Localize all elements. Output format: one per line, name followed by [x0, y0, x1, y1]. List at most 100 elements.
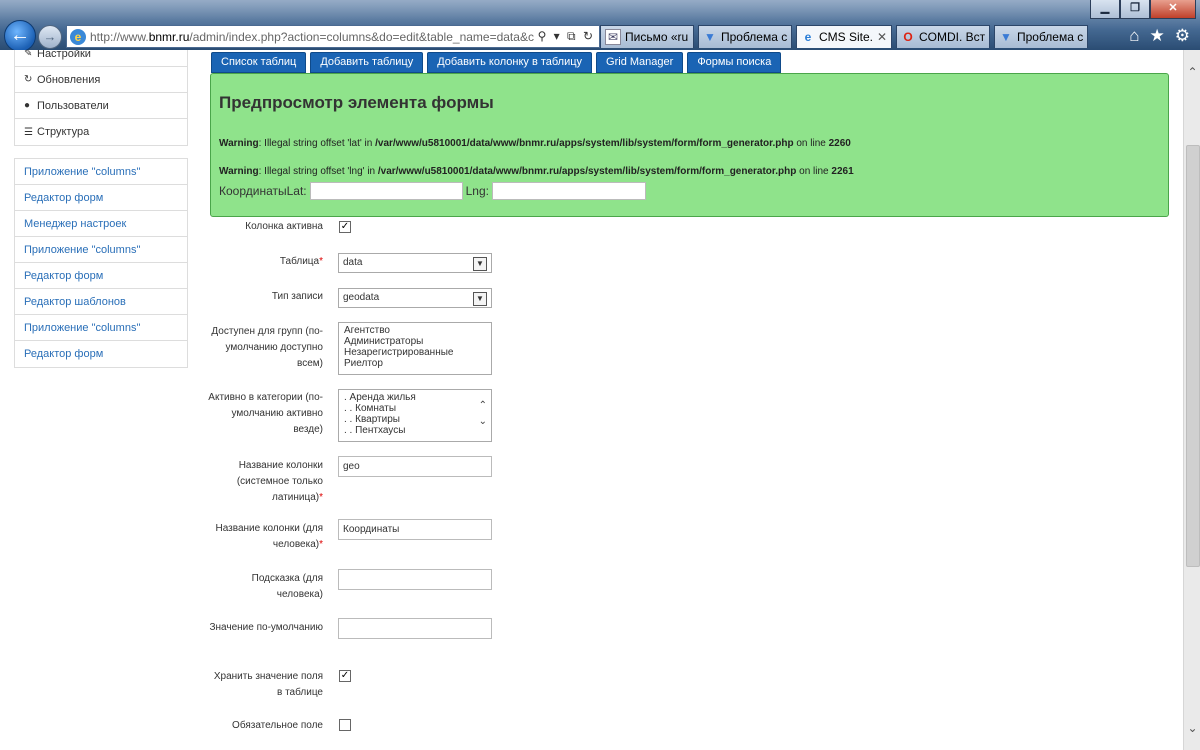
list-item[interactable]: Незарегистрированные: [344, 347, 486, 358]
search-forms-button[interactable]: Формы поиска: [687, 52, 782, 73]
sidebar-item-label: Структура: [37, 126, 90, 138]
browser-tab-comdi[interactable]: O COMDI. Вст...: [896, 25, 990, 48]
default-value-label: Значение по-умолчанию: [209, 622, 323, 633]
close-window-button[interactable]: ✕: [1150, 0, 1196, 19]
scroll-down-icon[interactable]: ⌄: [1184, 720, 1200, 737]
php-warning-lat: Warning: Illegal string offset 'lat' in …: [219, 138, 851, 149]
browser-tab-mail[interactable]: ✉ Письмо «ru...: [600, 25, 694, 48]
browser-chrome: ▁ ❐ ✕ ← → e http://www.bnmr.ru/admin/ind…: [0, 0, 1200, 52]
hint-label: Подсказка (для человека): [251, 573, 323, 600]
lat-label: Lat:: [286, 184, 307, 198]
columns-nav-buttons: Список таблиц Добавить таблицу Добавить …: [211, 52, 782, 73]
sidebar-link-columns-app[interactable]: Приложение "columns": [15, 315, 187, 341]
window-controls: ▁ ❐ ✕: [1090, 0, 1196, 19]
required-field-checkbox[interactable]: [339, 719, 351, 731]
browser-tab-cms-active[interactable]: e CMS Site... ✕: [796, 25, 892, 48]
page-content: ✎ Настройки ↻ Обновления ● Пользователи …: [0, 50, 1183, 750]
chevron-up-icon[interactable]: ⌃: [479, 400, 487, 411]
list-item[interactable]: . . Комнаты: [344, 403, 486, 414]
ie-page-icon: e: [70, 28, 86, 45]
list-item[interactable]: . Аренда жилья: [344, 392, 486, 403]
record-type-select[interactable]: geodata ▼: [338, 288, 492, 308]
lng-label: Lng:: [465, 184, 489, 198]
scrollbar-thumb[interactable]: [1186, 145, 1200, 567]
sidebar-item-label: Пользователи: [37, 99, 109, 112]
home-icon[interactable]: ⌂: [1129, 26, 1139, 46]
add-column-button[interactable]: Добавить колонку в таблицу: [427, 52, 593, 73]
column-active-checkbox[interactable]: ✓: [339, 221, 351, 233]
forward-button[interactable]: →: [38, 25, 62, 49]
column-active-label: Колонка активна: [245, 221, 323, 232]
address-bar[interactable]: e http://www.bnmr.ru/admin/index.php?act…: [66, 25, 600, 48]
lng-input[interactable]: [491, 182, 646, 200]
wrench-icon: ✎: [24, 50, 33, 59]
list-item[interactable]: Агентство: [344, 325, 486, 336]
form-element-preview: Предпросмотр элемента формы Warning: Ill…: [210, 73, 1169, 217]
add-table-button[interactable]: Добавить таблицу: [310, 52, 424, 73]
sidebar-link-form-editor[interactable]: Редактор форм: [15, 263, 187, 289]
chevron-down-icon: ▼: [473, 257, 487, 271]
grid-manager-button[interactable]: Grid Manager: [596, 52, 684, 73]
ie-page-icon: e: [804, 30, 812, 44]
record-type-label: Тип записи: [271, 291, 323, 302]
minimize-button[interactable]: ▁: [1090, 0, 1120, 19]
php-warning-lng: Warning: Illegal string offset 'lng' in …: [219, 166, 854, 177]
sidebar-link-form-editor[interactable]: Редактор форм: [15, 185, 187, 211]
browser-tabs: ✉ Письмо «ru... ▼ Проблема с... e CMS Si…: [600, 25, 1092, 49]
groups-multiselect[interactable]: Агентство Администраторы Незарегистриров…: [338, 322, 492, 375]
categories-multiselect[interactable]: . Аренда жилья . . Комнаты . . Квартиры …: [338, 389, 492, 442]
preview-title: Предпросмотр элемента формы: [219, 93, 494, 112]
browser-toolbar-icons: ⌂ ★ ⚙: [1129, 26, 1190, 46]
chevron-down-icon[interactable]: ⌄: [479, 416, 487, 427]
page-scrollbar[interactable]: ⌃ ⌄: [1183, 50, 1200, 750]
coordinates-label: Координаты: [219, 184, 287, 198]
store-in-table-label: Хранить значение поля в таблице: [213, 671, 323, 698]
restore-button[interactable]: ❐: [1120, 0, 1150, 19]
coordinates-preview-field: Координаты Lat: Lng:: [219, 182, 649, 200]
refresh-icon: ↻: [24, 74, 33, 85]
settings-gear-icon[interactable]: ⚙: [1175, 26, 1190, 46]
groups-label: Доступен для групп (по-умолчанию доступн…: [211, 326, 323, 369]
table-list-button[interactable]: Список таблиц: [211, 52, 307, 73]
list-item[interactable]: . . Квартиры: [344, 414, 486, 425]
required-field-label: Обязательное поле: [232, 720, 323, 731]
column-name-input[interactable]: geo: [338, 456, 492, 477]
back-button[interactable]: ←: [4, 20, 36, 52]
list-item[interactable]: Риелтор: [344, 358, 486, 369]
hint-input[interactable]: [338, 569, 492, 590]
sidebar-item-label: Обновления: [37, 73, 101, 86]
list-item[interactable]: Администраторы: [344, 336, 486, 347]
sidebar-link-columns-app[interactable]: Приложение "columns": [15, 159, 187, 185]
browser-tab-stackoverflow-1[interactable]: ▼ Проблема с...: [698, 25, 792, 48]
table-label: Таблица*: [279, 256, 323, 267]
sidebar-admin-menu: ✎ Настройки ↻ Обновления ● Пользователи …: [14, 50, 188, 146]
categories-label: Активно в категории (по-умолчанию активн…: [208, 392, 323, 435]
sidebar-item-label: Настройки: [37, 50, 91, 60]
list-item[interactable]: . . Пентхаусы: [344, 425, 486, 436]
favorites-star-icon[interactable]: ★: [1150, 26, 1165, 46]
sidebar-item-updates[interactable]: ↻ Обновления: [15, 67, 187, 93]
sidebar-item-structure[interactable]: ☰ Структура: [15, 119, 187, 145]
default-value-input[interactable]: [338, 618, 492, 639]
user-icon: ●: [24, 100, 31, 111]
human-name-label: Название колонки (для человека)*: [215, 523, 323, 550]
store-in-table-checkbox[interactable]: ✓: [339, 670, 351, 682]
sidebar-link-template-editor[interactable]: Редактор шаблонов: [15, 289, 187, 315]
browser-tab-stackoverflow-2[interactable]: ▼ Проблема с...: [994, 25, 1088, 48]
opera-icon: O: [903, 30, 913, 44]
mail-icon: ✉: [605, 29, 621, 45]
address-tools-icons[interactable]: ⚲ ▾ ⧉ ↻: [538, 29, 599, 44]
scroll-up-icon[interactable]: ⌃: [1184, 64, 1200, 81]
sidebar-link-settings-manager[interactable]: Менеджер настроек: [15, 211, 187, 237]
table-select-value: data: [343, 257, 363, 268]
sidebar-item-users[interactable]: ● Пользователи: [15, 93, 187, 119]
url-text[interactable]: http://www.bnmr.ru/admin/index.php?actio…: [90, 30, 538, 44]
sidebar-link-form-editor[interactable]: Редактор форм: [15, 341, 187, 367]
record-type-value: geodata: [343, 292, 380, 303]
sidebar-link-columns-app[interactable]: Приложение "columns": [15, 237, 187, 263]
close-tab-icon[interactable]: ✕: [874, 30, 887, 44]
sidebar-item-settings[interactable]: ✎ Настройки: [15, 50, 187, 67]
table-select[interactable]: data ▼: [338, 253, 492, 273]
human-name-input[interactable]: Координаты: [338, 519, 492, 540]
lat-input[interactable]: [309, 182, 463, 200]
